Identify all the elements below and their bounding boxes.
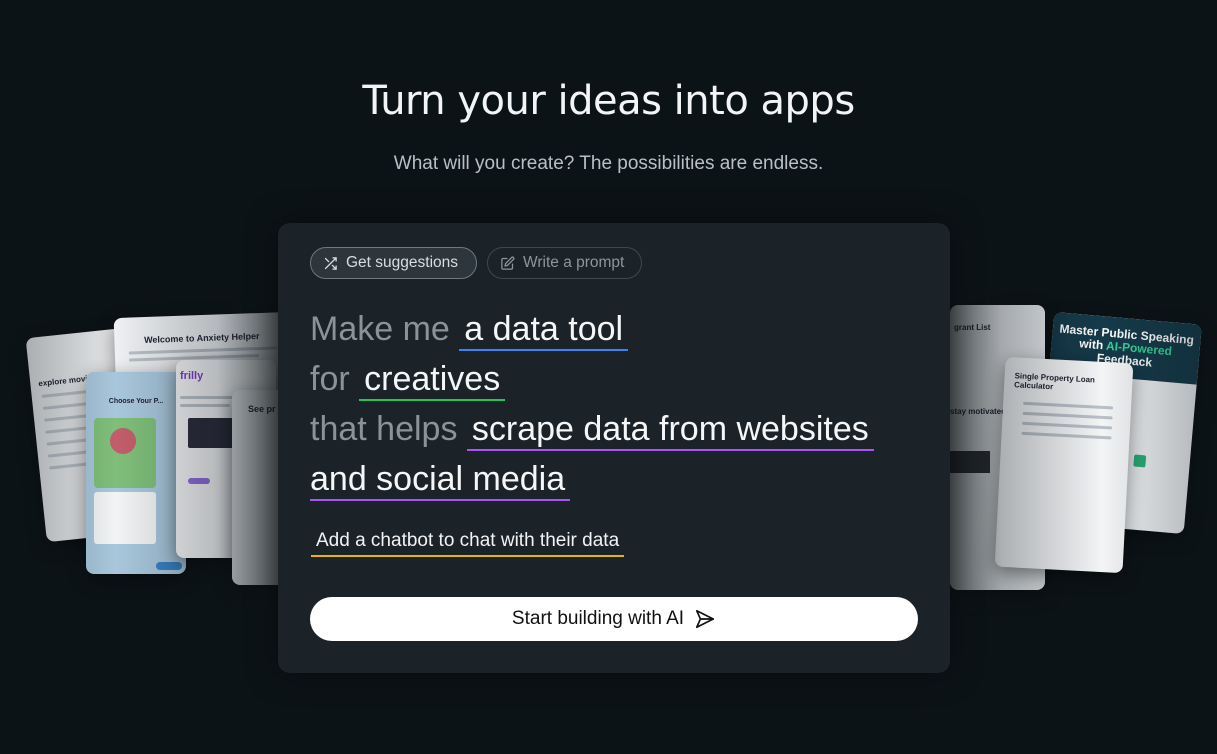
- start-building-label: Start building with AI: [511, 608, 685, 629]
- hero-subtitle: What will you create? The possibilities …: [393, 153, 824, 174]
- preview-card: Single Property Loan Calculator: [994, 356, 1134, 574]
- prompt-builder-panel: Get suggestions Write a prompt Make me a…: [278, 223, 950, 673]
- extra-feature-choice[interactable]: Add a chatbot to chat with their data: [311, 530, 625, 557]
- edit-icon: [501, 256, 515, 270]
- app-type-choice[interactable]: a data tool: [459, 310, 629, 351]
- prompt-lead-1: Make me: [310, 310, 450, 348]
- prompt-line-3: that helps scrape data from websites: [310, 410, 874, 451]
- preview-card-title: Welcome to Anxiety Helper: [143, 331, 260, 346]
- purpose-choice[interactable]: scrape data from websites: [466, 410, 874, 451]
- preview-card-title: Choose Your P...: [108, 398, 164, 405]
- get-suggestions-tab[interactable]: Get suggestions: [310, 247, 477, 279]
- preview-card-title: stay motivated: [950, 407, 1007, 416]
- shuffle-icon: [324, 256, 337, 270]
- preview-card-title: grant List: [954, 323, 991, 332]
- audience-choice[interactable]: creatives: [359, 360, 506, 401]
- prompt-lead-2: for: [310, 360, 350, 398]
- prompt-line-1: Make me a data tool: [310, 310, 629, 351]
- purpose-choice-continued[interactable]: and social media: [310, 460, 571, 501]
- get-suggestions-label: Get suggestions: [346, 254, 459, 271]
- preview-card-title: frilly: [180, 370, 204, 382]
- prompt-line-4: and social media: [310, 460, 571, 501]
- write-prompt-tab[interactable]: Write a prompt: [487, 247, 642, 279]
- hero-title: Turn your ideas into apps: [362, 78, 855, 124]
- preview-card-title: Single Property Loan Calculator: [1013, 371, 1096, 392]
- prompt-line-2: for creatives: [310, 360, 506, 401]
- send-icon: [696, 609, 715, 629]
- write-prompt-label: Write a prompt: [523, 254, 625, 271]
- preview-card: Choose Your P...: [86, 372, 186, 574]
- preview-card-title: See pr: [248, 404, 276, 414]
- start-building-button[interactable]: Start building with AI: [310, 597, 918, 641]
- prompt-lead-3: that helps: [310, 410, 458, 448]
